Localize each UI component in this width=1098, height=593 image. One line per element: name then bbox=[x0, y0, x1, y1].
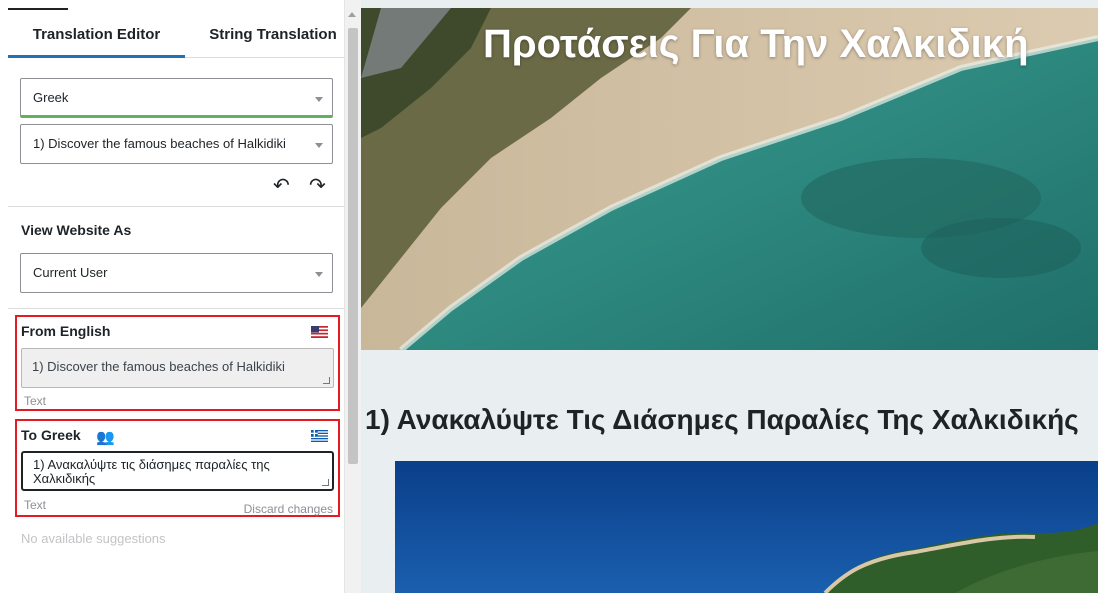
suggestions-status: No available suggestions bbox=[21, 531, 166, 546]
view-as-select-value: Current User bbox=[33, 265, 108, 280]
source-type-label: Text bbox=[24, 394, 47, 408]
translation-box: To Greek 👥 1) Ανακαλύψτε τις διάσημες πα… bbox=[15, 419, 340, 517]
language-select[interactable]: Greek bbox=[20, 78, 333, 118]
translation-sidebar: Translation Editor String Translation Gr… bbox=[0, 0, 345, 593]
translation-text: 1) Ανακαλύψτε τις διάσημες παραλίες της … bbox=[33, 457, 270, 486]
us-flag-icon bbox=[311, 326, 328, 338]
view-website-as-label: View Website As bbox=[21, 222, 132, 238]
source-string-box: From English 1) Discover the famous beac… bbox=[15, 315, 340, 411]
top-indicator bbox=[8, 8, 68, 10]
string-select[interactable]: 1) Discover the famous beaches of Halkid… bbox=[20, 124, 333, 164]
target-type-label: Text bbox=[24, 498, 47, 512]
sidebar-scrollbar[interactable] bbox=[345, 0, 361, 593]
tab-string-translation[interactable]: String Translation bbox=[198, 18, 348, 58]
coast-image bbox=[395, 461, 1098, 593]
string-select-value: 1) Discover the famous beaches of Halkid… bbox=[33, 136, 286, 151]
scroll-up-arrow-icon[interactable] bbox=[348, 12, 356, 17]
website-preview: Προτάσεις Για Την Χαλκιδική 1) Ανακαλύψτ… bbox=[361, 0, 1098, 593]
tab-translation-editor[interactable]: Translation Editor bbox=[8, 18, 185, 58]
language-select-value: Greek bbox=[33, 90, 69, 105]
divider bbox=[8, 206, 345, 207]
dropdown-arrow-icon bbox=[315, 143, 323, 148]
divider bbox=[8, 308, 345, 309]
target-language-title: To Greek bbox=[21, 427, 81, 443]
undo-icon[interactable]: ↶ bbox=[273, 173, 290, 198]
discard-changes-link[interactable]: Discard changes bbox=[244, 502, 333, 516]
dropdown-arrow-icon bbox=[315, 97, 323, 102]
editor-tabs: Translation Editor String Translation bbox=[8, 18, 345, 58]
scrollbar-thumb[interactable] bbox=[348, 28, 358, 464]
source-text: 1) Discover the famous beaches of Halkid… bbox=[32, 359, 285, 374]
section-heading: 1) Ανακαλύψτε Τις Διάσημες Παραλίες Της … bbox=[365, 404, 1079, 435]
source-language-title: From English bbox=[21, 323, 111, 339]
hero-image: Προτάσεις Για Την Χαλκιδική bbox=[361, 8, 1098, 350]
redo-icon[interactable]: ↷ bbox=[309, 173, 326, 198]
people-icon[interactable]: 👥 bbox=[96, 428, 115, 446]
resize-handle-icon[interactable] bbox=[323, 377, 330, 384]
greece-flag-icon bbox=[311, 430, 328, 442]
hero-title: Προτάσεις Για Την Χαλκιδική bbox=[483, 22, 1029, 66]
view-as-select[interactable]: Current User bbox=[20, 253, 333, 293]
resize-handle-icon[interactable] bbox=[322, 479, 329, 486]
coast-photo bbox=[395, 461, 1098, 593]
source-text-field: 1) Discover the famous beaches of Halkid… bbox=[21, 348, 334, 388]
translation-textarea[interactable]: 1) Ανακαλύψτε τις διάσημες παραλίες της … bbox=[21, 451, 334, 491]
dropdown-arrow-icon bbox=[315, 272, 323, 277]
